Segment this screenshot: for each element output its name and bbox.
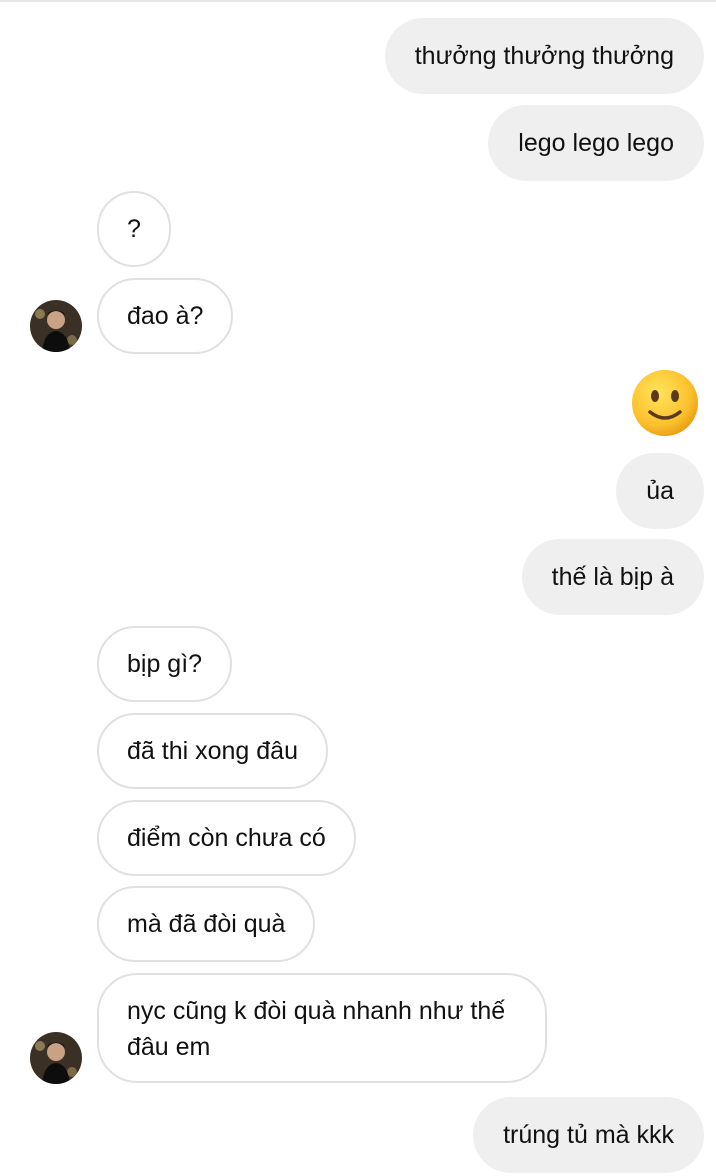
top-divider xyxy=(0,0,716,2)
received-message-bubble[interactable]: nyc cũng k đòi quà nhanh như thế đâu em xyxy=(97,973,547,1083)
sent-message-bubble[interactable]: ủa xyxy=(616,453,704,529)
received-message-bubble[interactable]: đã thi xong đâu xyxy=(97,713,328,789)
sent-message-bubble[interactable]: trúng tủ mà kkk xyxy=(473,1097,704,1173)
received-message-bubble[interactable]: bịp gì? xyxy=(97,626,233,702)
slightly-smiling-face-icon[interactable] xyxy=(630,368,700,443)
received-message-bubble[interactable]: điểm còn chưa có xyxy=(97,800,356,876)
sent-message-bubble[interactable]: thưởng thưởng thưởng xyxy=(384,18,704,94)
contact-avatar[interactable] xyxy=(30,300,82,352)
received-message-bubble[interactable]: ? xyxy=(97,191,171,267)
sent-message-bubble[interactable]: lego lego lego xyxy=(488,105,704,181)
received-message-bubble[interactable]: mà đã đòi quà xyxy=(97,886,316,962)
sent-message-bubble[interactable]: thế là bịp à xyxy=(521,539,704,615)
contact-avatar[interactable] xyxy=(30,1032,82,1084)
received-message-bubble[interactable]: đao à? xyxy=(97,278,234,354)
